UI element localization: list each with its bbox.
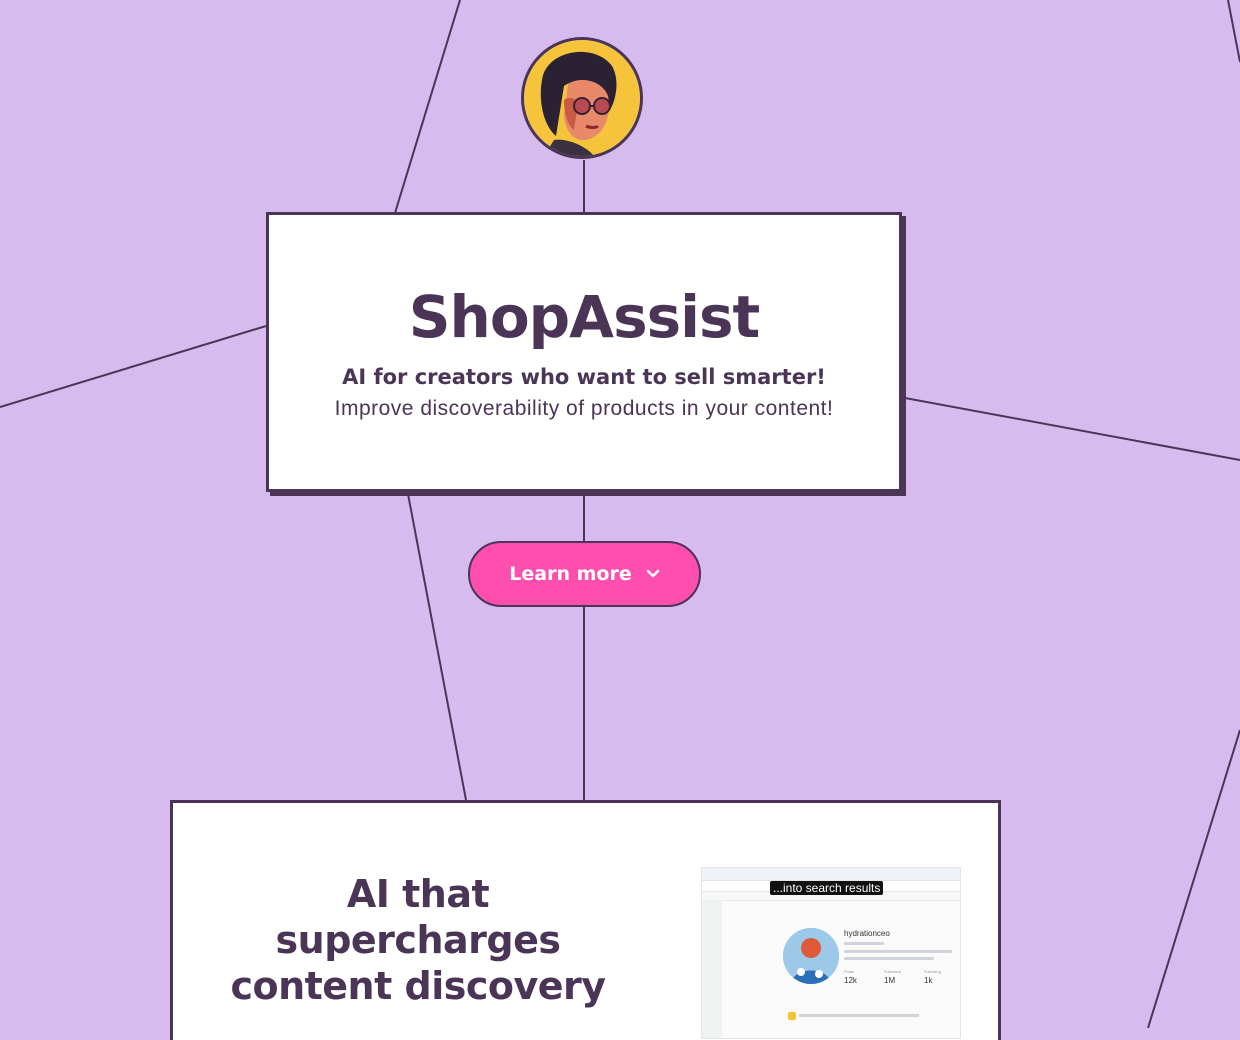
hero-description: Improve discoverability of products in y…: [334, 397, 834, 420]
warning-icon: [788, 1012, 796, 1020]
learn-more-label: Learn more: [509, 563, 632, 585]
stat-value: 1M: [884, 976, 896, 985]
stat-label: Followers: [884, 969, 902, 974]
product-screenshot: ...into search results hydrationceo Post…: [701, 867, 961, 1039]
screenshot-caption: ...into search results: [770, 881, 884, 895]
profile-text-line: [844, 950, 952, 953]
feature-title: AI that supercharges content discovery: [203, 871, 633, 1009]
hero-subtitle: AI for creators who want to sell smarter…: [342, 365, 826, 389]
feature-title-line: AI that: [346, 872, 490, 916]
learn-more-button[interactable]: Learn more: [468, 541, 701, 607]
stat-value: 1k: [924, 976, 933, 985]
stat-label: Following: [924, 969, 941, 974]
feature-title-line: content discovery: [230, 964, 606, 1008]
creator-avatar: [521, 37, 643, 159]
profile-text-line: [844, 957, 934, 960]
chevron-down-icon: [646, 569, 659, 578]
browser-tabs: [702, 868, 960, 881]
feature-title-line: supercharges: [275, 918, 561, 962]
screenshot-footer-note: [788, 1012, 948, 1020]
feature-card: AI that supercharges content discovery .…: [170, 800, 1001, 1040]
stat-value: 12k: [844, 976, 857, 985]
profile-text-line: [844, 942, 884, 945]
hero-title: ShopAssist: [408, 283, 761, 351]
app-sidebar: [702, 900, 722, 1038]
profile-username: hydrationceo: [844, 929, 890, 938]
stat-label: Posts: [844, 969, 855, 974]
profile-avatar: [783, 928, 839, 984]
avatar-illustration: [524, 40, 640, 156]
hero-card: ShopAssist AI for creators who want to s…: [266, 212, 902, 492]
